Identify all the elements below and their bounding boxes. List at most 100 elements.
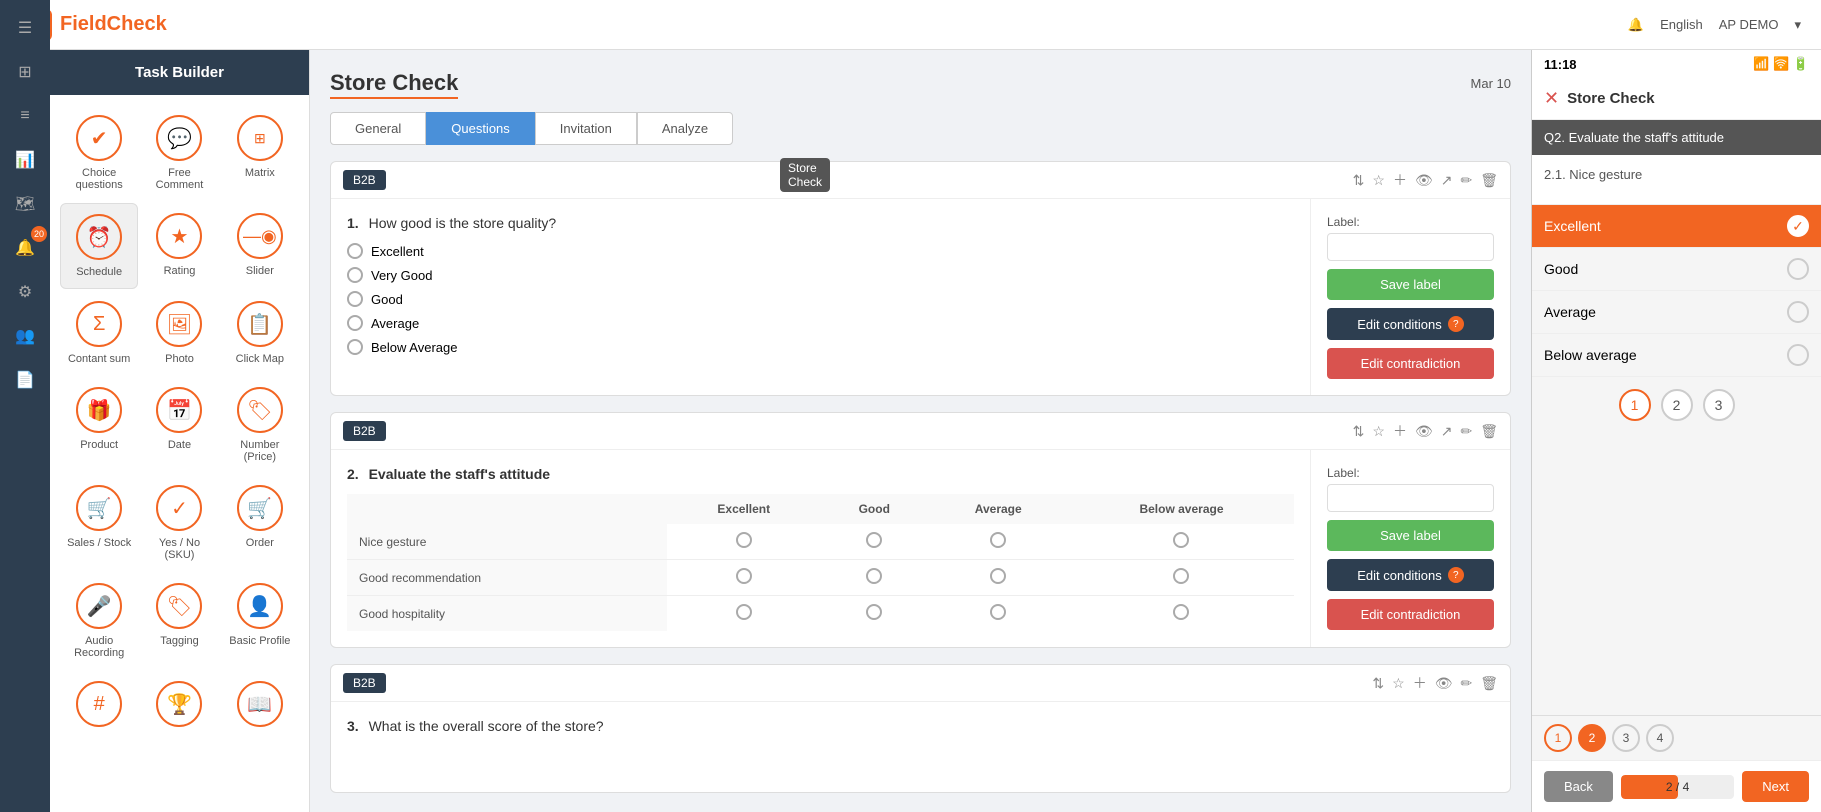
radio-2-3[interactable] [990, 568, 1006, 584]
radio-3-2[interactable] [866, 604, 882, 620]
edit-conditions-btn-1[interactable]: Edit conditions ? [1327, 308, 1494, 340]
step-ind-4[interactable]: 4 [1646, 724, 1674, 752]
mobile-option-excellent[interactable]: Excellent ✓ [1532, 205, 1821, 248]
user-menu[interactable]: AP DEMO [1719, 17, 1779, 32]
edit-conditions-btn-2[interactable]: Edit conditions ? [1327, 559, 1494, 591]
tool-photo[interactable]: 🖼 Photo [140, 291, 218, 375]
language-selector[interactable]: English [1660, 17, 1703, 32]
option-below-average-label: Below Average [371, 340, 458, 355]
eye-icon-1[interactable]: 👁 [1415, 172, 1433, 189]
nav-toggle[interactable]: ☰ [7, 10, 43, 46]
mobile-option-below[interactable]: Below average [1532, 334, 1821, 377]
step-dot-3[interactable]: 3 [1703, 389, 1735, 421]
step-dot-1[interactable]: 1 [1619, 389, 1651, 421]
add-icon-3[interactable]: ＋ [1413, 673, 1427, 693]
star-icon-2[interactable]: ☆ [1372, 423, 1385, 440]
add-icon-2[interactable]: ＋ [1393, 421, 1407, 441]
next-button[interactable]: Next [1742, 771, 1809, 802]
add-icon-1[interactable]: ＋ [1393, 170, 1407, 190]
star-icon-3[interactable]: ☆ [1392, 675, 1405, 692]
step-ind-1[interactable]: 1 [1544, 724, 1572, 752]
back-button[interactable]: Back [1544, 771, 1613, 802]
radio-verygood[interactable] [347, 267, 363, 283]
tool-number[interactable]: 🏷 Number (Price) [221, 377, 299, 473]
nav-notification[interactable]: 🔔 20 [7, 230, 43, 266]
tool-rating[interactable]: ★ Rating [140, 203, 218, 289]
tool-book[interactable]: 📖 [221, 671, 299, 743]
tool-comment[interactable]: 💬 Free Comment [140, 105, 218, 201]
delete-icon-1[interactable]: 🗑 [1480, 172, 1498, 189]
star-icon-1[interactable]: ☆ [1372, 172, 1385, 189]
nav-users[interactable]: 👥 [7, 318, 43, 354]
external-icon-2[interactable]: ↗ [1441, 423, 1453, 440]
tool-schedule[interactable]: ⏰ Schedule [60, 203, 138, 289]
tab-invitation[interactable]: Invitation [535, 112, 637, 145]
tool-order[interactable]: 🛒 Order [221, 475, 299, 571]
radio-3-1[interactable] [736, 604, 752, 620]
radio-2-4[interactable] [1173, 568, 1189, 584]
nav-docs[interactable]: 📄 [7, 362, 43, 398]
nav-map[interactable]: 🗺 [7, 186, 43, 222]
delete-icon-2[interactable]: 🗑 [1480, 423, 1498, 440]
tool-sales[interactable]: 🛒 Sales / Stock [60, 475, 138, 571]
edit-icon-1[interactable]: ✏ [1460, 172, 1472, 189]
label-input-1[interactable] [1327, 233, 1494, 261]
mobile-option-average[interactable]: Average [1532, 291, 1821, 334]
radio-2-1[interactable] [736, 568, 752, 584]
tool-matrix[interactable]: ⊞ Matrix [221, 105, 299, 201]
tab-general[interactable]: General [330, 112, 426, 145]
tool-click-map[interactable]: 📋 Click Map [221, 291, 299, 375]
radio-1-2[interactable] [866, 532, 882, 548]
move-icon-3[interactable]: ⇅ [1372, 675, 1384, 692]
step-ind-2[interactable]: 2 [1578, 724, 1606, 752]
step-dot-2[interactable]: 2 [1661, 389, 1693, 421]
mobile-option-good[interactable]: Good [1532, 248, 1821, 291]
eye-icon-3[interactable]: 👁 [1435, 675, 1453, 692]
tool-choice[interactable]: ✔ Choice questions [60, 105, 138, 201]
tool-product[interactable]: 🎁 Product [60, 377, 138, 473]
user-dropdown-icon[interactable]: ▾ [1794, 17, 1801, 33]
tool-contant-sum[interactable]: Σ Contant sum [60, 291, 138, 375]
radio-1-4[interactable] [1173, 532, 1189, 548]
nav-settings[interactable]: ⚙ [7, 274, 43, 310]
tool-audio[interactable]: 🎤 Audio Recording [60, 573, 138, 669]
label-input-2[interactable] [1327, 484, 1494, 512]
move-icon-2[interactable]: ⇅ [1353, 423, 1365, 440]
tool-yesno[interactable]: ✓ Yes / No (SKU) [140, 475, 218, 571]
move-icon-1[interactable]: ⇅ [1353, 172, 1365, 189]
radio-average[interactable] [347, 315, 363, 331]
eye-icon-2[interactable]: 👁 [1415, 423, 1433, 440]
tool-date[interactable]: 📅 Date [140, 377, 218, 473]
tool-hash[interactable]: # [60, 671, 138, 743]
edit-contradiction-btn-2[interactable]: Edit contradiction [1327, 599, 1494, 630]
content-area: Store Check Store Check Mar 10 General Q… [310, 50, 1531, 812]
notification-icon[interactable]: 🔔 [1628, 17, 1644, 33]
edit-icon-2[interactable]: ✏ [1460, 423, 1472, 440]
radio-3-3[interactable] [990, 604, 1006, 620]
nav-list[interactable]: ≡ [7, 98, 43, 134]
save-label-btn-1[interactable]: Save label [1327, 269, 1494, 300]
tab-analyze[interactable]: Analyze [637, 112, 733, 145]
radio-excellent[interactable] [347, 243, 363, 259]
radio-3-4[interactable] [1173, 604, 1189, 620]
radio-below-average[interactable] [347, 339, 363, 355]
nav-chart[interactable]: 📊 [7, 142, 43, 178]
radio-2-2[interactable] [866, 568, 882, 584]
edit-contradiction-btn-1[interactable]: Edit contradiction [1327, 348, 1494, 379]
tool-profile[interactable]: 👤 Basic Profile [221, 573, 299, 669]
radio-1-1[interactable] [736, 532, 752, 548]
tool-rank[interactable]: 🏆 [140, 671, 218, 743]
external-icon-1[interactable]: ↗ [1441, 172, 1453, 189]
delete-icon-3[interactable]: 🗑 [1480, 675, 1498, 692]
step-ind-3[interactable]: 3 [1612, 724, 1640, 752]
radio-good[interactable] [347, 291, 363, 307]
tab-questions[interactable]: Questions [426, 112, 535, 145]
save-label-btn-2[interactable]: Save label [1327, 520, 1494, 551]
tool-slider[interactable]: —◉ Slider [221, 203, 299, 289]
mobile-close-btn[interactable]: ✕ [1544, 88, 1559, 109]
radio-1-3[interactable] [990, 532, 1006, 548]
nav-grid[interactable]: ⊞ [7, 54, 43, 90]
edit-icon-3[interactable]: ✏ [1460, 675, 1472, 692]
tool-choice-label: Choice questions [65, 167, 133, 191]
tool-tagging[interactable]: 🏷 Tagging [140, 573, 218, 669]
